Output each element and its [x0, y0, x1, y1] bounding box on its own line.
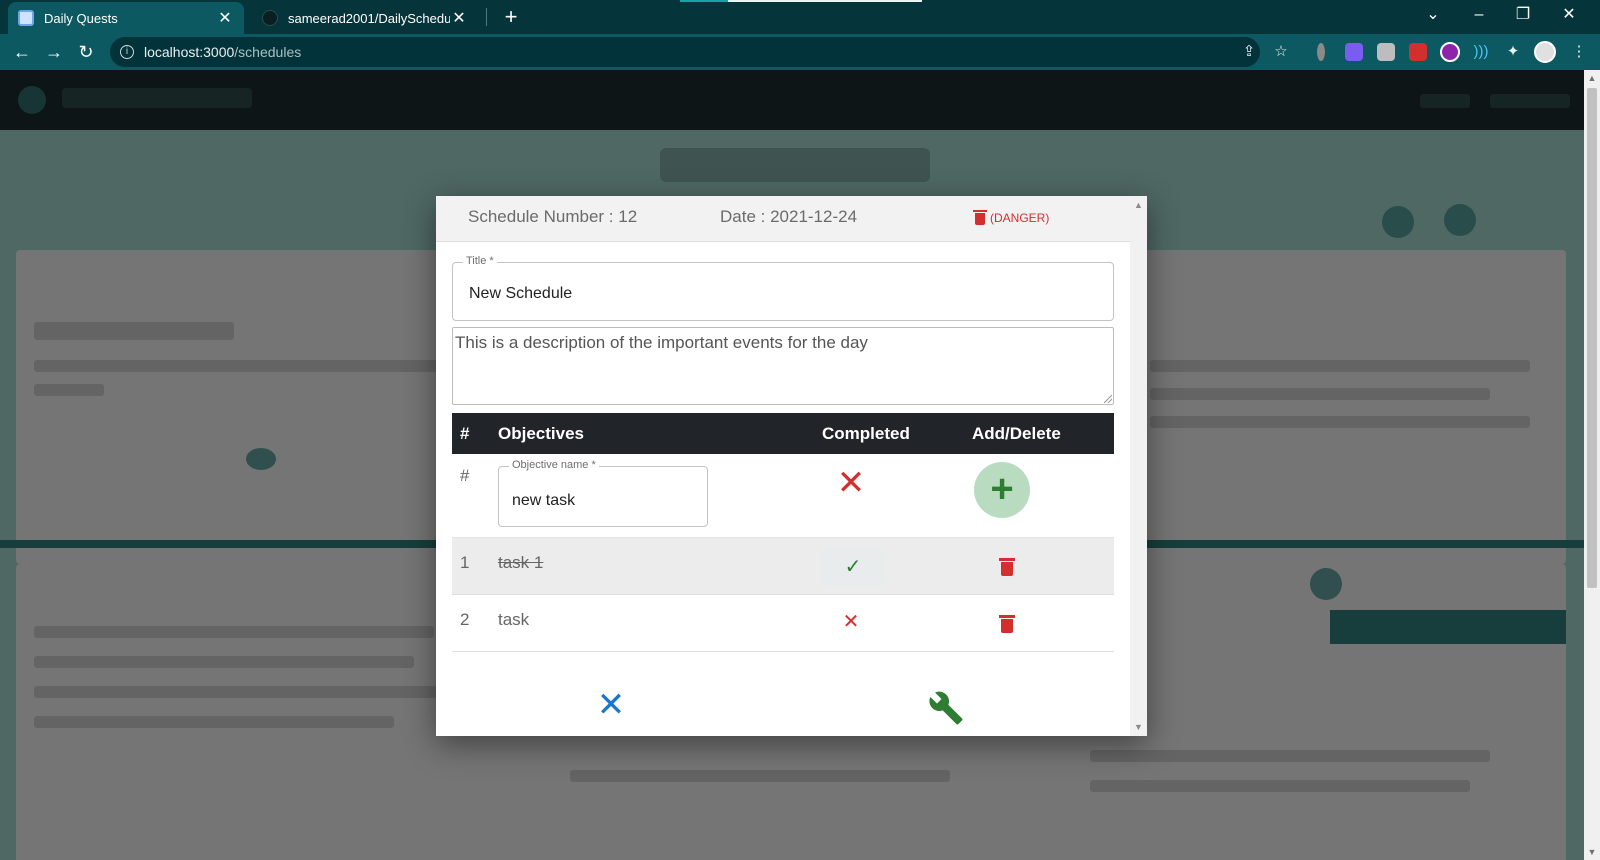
- schedule-number: Schedule Number : 12: [468, 207, 638, 226]
- new-objective-row: # Objective name * new task ✕ +: [452, 454, 1114, 538]
- delete-schedule-button[interactable]: (DANGER): [973, 210, 1050, 225]
- back-icon[interactable]: ←: [10, 40, 34, 64]
- menu-kebab-icon[interactable]: ⋮: [1570, 43, 1588, 61]
- schedule-edit-modal: Schedule Number : 12 Date : 2021-12-24 (…: [436, 196, 1147, 736]
- objective-name: task: [498, 610, 530, 629]
- browser-tab-inactive[interactable]: sameerad2001/DailyScheduler_S ✕: [252, 2, 478, 34]
- bookmark-star-icon[interactable]: ☆: [1272, 43, 1290, 61]
- objective-row: 1 task 1 ✓: [452, 538, 1114, 595]
- share-icon[interactable]: ⇪: [1240, 43, 1258, 61]
- browser-tab-bar: Daily Quests ✕ sameerad2001/DailySchedul…: [0, 0, 1600, 34]
- row-index: #: [460, 466, 470, 485]
- scroll-down-icon[interactable]: ▼: [1133, 722, 1144, 732]
- extension-icon[interactable]: [1409, 43, 1427, 61]
- col-header-add-delete: Add/Delete: [972, 424, 1061, 443]
- url-host: localhost:3000: [144, 44, 235, 60]
- not-completed-toggle-icon[interactable]: ✕: [840, 611, 862, 633]
- not-completed-toggle-icon[interactable]: ✕: [836, 466, 866, 500]
- site-info-icon[interactable]: i: [120, 45, 134, 59]
- description-text: This is a description of the important e…: [455, 333, 868, 352]
- reload-icon[interactable]: ↻: [74, 40, 98, 64]
- objectives-table-header: # Objectives Completed Add/Delete: [452, 413, 1114, 454]
- modal-header: Schedule Number : 12 Date : 2021-12-24 (…: [436, 196, 1130, 242]
- page-scrollbar-thumb[interactable]: [1587, 88, 1597, 588]
- objective-name: task 1: [498, 553, 544, 572]
- cancel-close-icon[interactable]: ✕: [596, 688, 626, 722]
- new-tab-button[interactable]: +: [498, 4, 524, 30]
- row-index: 2: [460, 610, 470, 629]
- scroll-down-icon[interactable]: ▼: [1586, 846, 1598, 858]
- delete-objective-trash-icon[interactable]: [999, 558, 1015, 576]
- url-field[interactable]: i localhost:3000/schedules: [110, 37, 1260, 67]
- resize-grip-icon[interactable]: [1104, 395, 1112, 403]
- description-textarea[interactable]: This is a description of the important e…: [452, 327, 1114, 405]
- close-window-icon[interactable]: ✕: [1548, 0, 1590, 32]
- objective-name-field[interactable]: Objective name * new task: [498, 459, 708, 527]
- extension-icon[interactable]: [1440, 42, 1460, 62]
- scroll-up-icon[interactable]: ▲: [1586, 72, 1598, 84]
- window-drag-accent-highlight: [680, 0, 728, 2]
- minimize-icon[interactable]: –: [1458, 0, 1500, 32]
- danger-label: (DANGER): [990, 210, 1050, 225]
- tab-title: Daily Quests: [44, 10, 118, 26]
- address-bar: ← → ↻ i localhost:3000/schedules ⇪ ☆ )))…: [0, 34, 1600, 70]
- tab-close-icon[interactable]: ✕: [450, 8, 468, 28]
- col-header-completed: Completed: [822, 424, 910, 443]
- extension-icon[interactable]: [1317, 43, 1325, 61]
- extension-icon[interactable]: ))): [1472, 43, 1490, 61]
- completed-check-icon[interactable]: ✓: [822, 548, 884, 586]
- restore-icon[interactable]: ❐: [1502, 0, 1544, 32]
- objective-row: 2 task ✕: [452, 595, 1114, 652]
- col-header-index: #: [460, 424, 470, 443]
- tab-close-icon[interactable]: ✕: [216, 8, 234, 28]
- scroll-up-icon[interactable]: ▲: [1133, 200, 1144, 210]
- save-wrench-icon[interactable]: [928, 690, 964, 726]
- forward-icon[interactable]: →: [42, 40, 66, 64]
- url-path: /schedules: [234, 44, 302, 60]
- extensions-puzzle-icon[interactable]: ✦: [1504, 43, 1522, 61]
- trash-icon: [973, 210, 987, 225]
- row-index: 1: [460, 553, 470, 572]
- delete-objective-trash-icon[interactable]: [999, 615, 1015, 633]
- title-field-value: New Schedule: [469, 285, 573, 302]
- objective-name-value: new task: [512, 492, 576, 509]
- browser-tab-active[interactable]: Daily Quests ✕: [8, 2, 244, 34]
- extension-icon[interactable]: [1345, 43, 1363, 61]
- tab-search-icon[interactable]: ⌄: [1412, 0, 1454, 32]
- schedule-date: Date : 2021-12-24: [720, 207, 858, 226]
- favicon-icon: [18, 10, 34, 26]
- col-header-objectives: Objectives: [498, 424, 584, 443]
- github-favicon-icon: [262, 10, 278, 26]
- title-field-label: Title *: [463, 255, 497, 267]
- title-field[interactable]: Title * New Schedule: [452, 255, 1114, 321]
- tab-separator: [486, 8, 487, 26]
- objective-name-label: Objective name *: [509, 459, 599, 471]
- modal-scrollbar[interactable]: ▲ ▼: [1130, 196, 1147, 736]
- extension-icon[interactable]: [1377, 43, 1395, 61]
- profile-avatar[interactable]: [1534, 41, 1556, 63]
- add-objective-button[interactable]: +: [974, 462, 1030, 518]
- tab-title: sameerad2001/DailyScheduler_S: [288, 10, 450, 26]
